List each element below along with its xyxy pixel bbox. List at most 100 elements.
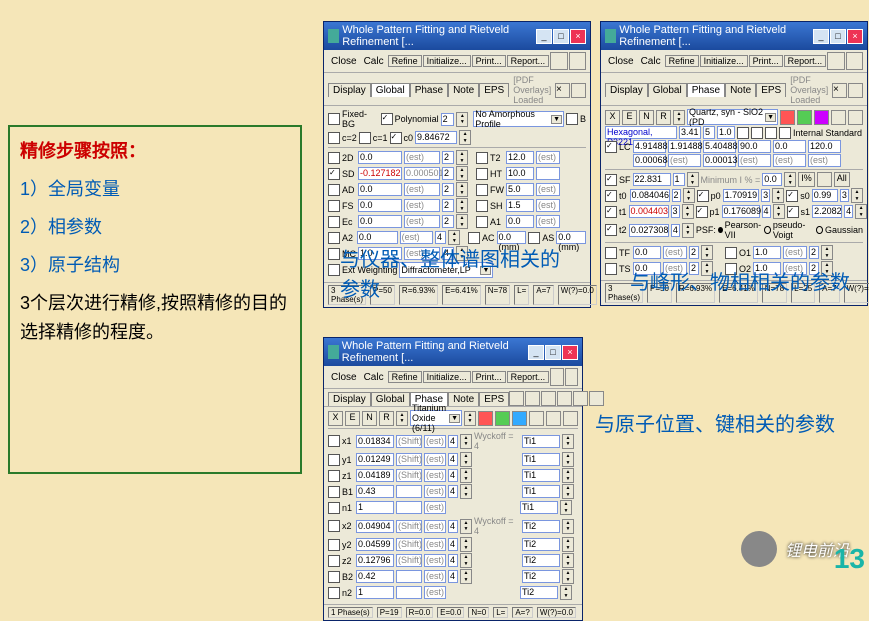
ix-icon[interactable] xyxy=(817,172,832,187)
tab-phase[interactable]: Phase xyxy=(687,83,725,97)
tab-close-icon[interactable]: × xyxy=(555,83,570,98)
menu-init[interactable]: Initialize... xyxy=(700,55,748,67)
menu-print[interactable]: Print... xyxy=(749,55,783,67)
phase-dd[interactable]: Titanium Oxide (6/11) xyxy=(410,410,462,426)
spinner[interactable] xyxy=(456,166,468,181)
tab-display[interactable]: Display xyxy=(328,83,371,97)
param-value[interactable]: 0.0 xyxy=(358,199,402,212)
b-check[interactable] xyxy=(566,113,578,125)
tool-icon[interactable] xyxy=(589,391,604,406)
poly-check[interactable] xyxy=(381,113,393,125)
menu-print[interactable]: Print... xyxy=(472,55,506,67)
sf-check[interactable] xyxy=(605,174,617,186)
tool-icon[interactable] xyxy=(541,391,556,406)
tool-icon[interactable] xyxy=(478,411,493,426)
param-check[interactable] xyxy=(605,224,617,236)
tool-icon[interactable] xyxy=(797,110,812,125)
spinner[interactable] xyxy=(673,110,685,125)
x-btn[interactable]: X xyxy=(605,110,620,125)
menu-close[interactable]: Close xyxy=(328,55,360,68)
menu-close[interactable]: Close xyxy=(605,55,637,68)
param-check[interactable] xyxy=(328,486,340,498)
min-button[interactable]: _ xyxy=(813,29,829,44)
ac-check[interactable] xyxy=(468,232,480,244)
menu-init[interactable]: Initialize... xyxy=(423,371,471,383)
e-btn[interactable]: E xyxy=(622,110,637,125)
radio[interactable] xyxy=(718,227,723,233)
max-button[interactable]: □ xyxy=(553,29,569,44)
param-check[interactable] xyxy=(476,200,488,212)
menu-calc[interactable]: Calc xyxy=(638,55,664,68)
menu-report[interactable]: Report... xyxy=(507,371,550,383)
min-button[interactable]: _ xyxy=(528,345,544,360)
tool-icon[interactable] xyxy=(550,52,567,70)
param-check[interactable] xyxy=(328,587,340,599)
param-check[interactable] xyxy=(605,206,617,218)
param-check[interactable] xyxy=(328,200,340,212)
spinner[interactable] xyxy=(456,198,468,213)
fixedbg-check[interactable] xyxy=(328,113,340,125)
param-check[interactable] xyxy=(476,184,488,196)
e-btn[interactable]: E xyxy=(345,411,360,426)
tool-icon[interactable] xyxy=(848,110,863,125)
max-button[interactable]: □ xyxy=(545,345,561,360)
menu-print[interactable]: Print... xyxy=(472,371,506,383)
n-btn[interactable]: N xyxy=(362,411,377,426)
param-check[interactable] xyxy=(605,190,617,202)
spinner[interactable] xyxy=(456,112,468,127)
spinner[interactable] xyxy=(456,182,468,197)
tool-icon[interactable] xyxy=(846,52,863,70)
tab-tool-icon[interactable] xyxy=(848,83,863,98)
tab-global[interactable]: Global xyxy=(371,83,410,97)
n-btn[interactable]: N xyxy=(639,110,654,125)
param-value[interactable]: 0.0 xyxy=(357,231,398,244)
c2-check[interactable] xyxy=(328,132,340,144)
lc-check[interactable] xyxy=(605,141,617,153)
max-button[interactable]: □ xyxy=(830,29,846,44)
as-check[interactable] xyxy=(528,232,540,244)
tab-global[interactable]: Global xyxy=(371,392,410,406)
spinner[interactable] xyxy=(459,130,471,145)
c1-check[interactable] xyxy=(359,132,371,144)
menu-calc[interactable]: Calc xyxy=(361,371,387,384)
param-value[interactable]: 0.0 xyxy=(358,215,402,228)
param-check[interactable] xyxy=(328,454,340,466)
tool-icon[interactable] xyxy=(827,52,844,70)
tool-icon[interactable] xyxy=(814,110,829,125)
tab-global[interactable]: Global xyxy=(648,83,687,97)
tool-icon[interactable] xyxy=(780,110,795,125)
param-check[interactable] xyxy=(328,232,340,244)
amorphous-dd[interactable]: No Amorphous Profile xyxy=(473,111,564,127)
min-button[interactable]: _ xyxy=(536,29,552,44)
c0-check[interactable] xyxy=(390,132,402,144)
spinner[interactable] xyxy=(456,150,468,165)
menu-report[interactable]: Report... xyxy=(507,55,550,67)
ix-btn[interactable]: I% xyxy=(798,172,815,187)
radio[interactable] xyxy=(764,226,771,234)
param-check[interactable] xyxy=(476,152,488,164)
tab-phase[interactable]: Phase xyxy=(410,83,448,97)
param-check[interactable] xyxy=(328,520,340,532)
param-value[interactable]: -0.127182 xyxy=(358,167,402,180)
tab-tool-icon[interactable] xyxy=(571,83,586,98)
tool-icon[interactable] xyxy=(512,411,527,426)
tool-icon[interactable] xyxy=(563,411,578,426)
param-check[interactable] xyxy=(328,184,340,196)
spinner[interactable] xyxy=(448,230,460,245)
tool-icon[interactable] xyxy=(546,411,561,426)
tab-note[interactable]: Note xyxy=(448,83,479,97)
menu-calc[interactable]: Calc xyxy=(361,55,387,68)
menu-init[interactable]: Initialize... xyxy=(423,55,471,67)
tool-icon[interactable] xyxy=(495,411,510,426)
param-check[interactable] xyxy=(476,216,488,228)
param-check[interactable] xyxy=(328,539,340,551)
tool-icon[interactable] xyxy=(831,110,846,125)
param-check[interactable] xyxy=(476,168,488,180)
tool-icon[interactable] xyxy=(550,368,563,386)
tool-icon[interactable] xyxy=(525,391,540,406)
close-button[interactable]: × xyxy=(570,29,586,44)
tool-icon[interactable] xyxy=(565,368,578,386)
phase-dd[interactable]: Quartz, syn - SiO2 (PD xyxy=(687,109,778,125)
menu-refine[interactable]: Refine xyxy=(388,55,422,67)
r-btn[interactable]: R xyxy=(656,110,671,125)
